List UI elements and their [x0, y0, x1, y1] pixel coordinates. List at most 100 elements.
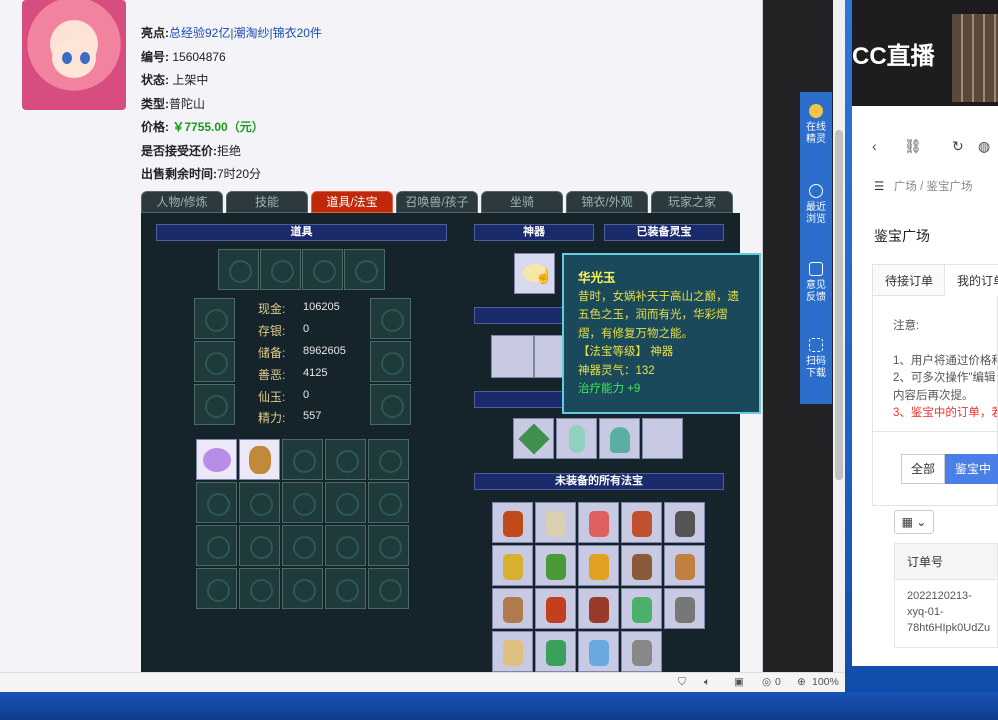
treasure-slot[interactable] — [664, 588, 705, 629]
shield-icon[interactable]: ⛉ — [678, 676, 686, 689]
filter-all-button[interactable]: 全部 — [901, 454, 945, 484]
bag-slot[interactable] — [368, 439, 409, 480]
treasure-slot[interactable] — [642, 418, 683, 459]
equip-slot[interactable] — [370, 384, 411, 425]
zoom-icon[interactable]: ⊕ — [797, 676, 806, 688]
notice-title: 注意: — [893, 320, 920, 332]
bag-slot[interactable] — [282, 439, 323, 480]
sidebar-download[interactable]: 扫码 下载 — [800, 338, 832, 380]
sidebar-recent[interactable]: 最近 浏览 — [800, 184, 832, 226]
equip-slot[interactable] — [344, 249, 385, 290]
bag-slot[interactable] — [325, 525, 366, 566]
breadcrumb-item[interactable]: 广场 — [894, 181, 917, 193]
notice-box: 注意: 1、用户将通过价格和 2、可多次操作"编辑 内容后再次提。 3、鉴宝中的… — [872, 296, 998, 432]
treasure-slot[interactable] — [664, 545, 705, 586]
bag-slot[interactable] — [368, 568, 409, 609]
treasure-slot[interactable] — [599, 418, 640, 459]
treasure-slot[interactable] — [621, 502, 662, 543]
table-row[interactable]: 2022120213- xyq-01- 78ht6HIpk0UdZu — [895, 580, 997, 636]
equip-slot[interactable] — [260, 249, 301, 290]
column-toggle-button[interactable]: ▦ ⌄ — [894, 510, 934, 534]
tab-skills[interactable]: 技能 — [226, 191, 308, 213]
tab-character[interactable]: 人物/修炼 — [141, 191, 223, 213]
equip-slot[interactable] — [302, 249, 343, 290]
menu-icon[interactable]: ☰ — [874, 181, 884, 193]
treasure-slot[interactable] — [578, 545, 619, 586]
treasure-slot[interactable] — [535, 502, 576, 543]
treasure-slot[interactable] — [513, 418, 554, 459]
bag-slot[interactable] — [325, 568, 366, 609]
bag-slot[interactable] — [196, 439, 237, 480]
notice-line: 1、用户将通过价格和 — [893, 354, 998, 367]
treasure-slot[interactable] — [492, 502, 533, 543]
tab-home[interactable]: 玩家之家 — [651, 191, 733, 213]
filter-appraising-button[interactable]: 鉴宝中 — [945, 454, 998, 484]
sidebar-online-helper[interactable]: 在线 精灵 — [800, 104, 832, 146]
equip-slot[interactable] — [218, 249, 259, 290]
treasure-slot[interactable] — [578, 631, 619, 672]
treasure-slot[interactable] — [535, 545, 576, 586]
breadcrumb-item[interactable]: 鉴宝广场 — [927, 181, 973, 193]
treasure-slot[interactable] — [492, 631, 533, 672]
bag-slot[interactable] — [196, 568, 237, 609]
artifact-slot[interactable]: ☝ — [514, 253, 555, 294]
tab-pending-orders[interactable]: 待接订单 — [872, 264, 947, 296]
treasure-slot[interactable] — [664, 502, 705, 543]
cursor-hand-icon: ☝ — [535, 268, 553, 284]
treasure-slot[interactable] — [492, 588, 533, 629]
printer-icon[interactable]: ▣ — [734, 676, 744, 688]
treasure-slot[interactable] — [621, 545, 662, 586]
stat-value: 557 — [303, 410, 322, 422]
bag-slot[interactable] — [239, 568, 280, 609]
back-icon[interactable]: ‹ — [872, 138, 877, 154]
globe-icon[interactable]: ◍ — [978, 138, 990, 155]
bag-slot[interactable] — [368, 482, 409, 523]
sidebar-feedback[interactable]: 意见 反馈 — [800, 262, 832, 304]
tab-summons[interactable]: 召唤兽/孩子 — [396, 191, 478, 213]
highlights-value[interactable]: 总经验92亿|潮淘纱|锦衣20件 — [169, 26, 322, 40]
treasure-slot[interactable] — [556, 418, 597, 459]
tab-mounts[interactable]: 坐骑 — [481, 191, 563, 213]
page-scrollbar[interactable] — [833, 0, 845, 672]
treasure-slot[interactable] — [535, 588, 576, 629]
treasure-slot[interactable] — [621, 631, 662, 672]
bag-slot[interactable] — [239, 439, 280, 480]
notice-line: 内容后再次提。 — [893, 389, 974, 402]
stat-label: 现金: — [258, 302, 286, 316]
stat-label: 储备: — [258, 346, 286, 360]
equip-slot[interactable] — [194, 341, 235, 382]
sound-icon[interactable]: 🔈︎ — [704, 676, 710, 689]
treasure-slot[interactable] — [621, 588, 662, 629]
bag-slot[interactable] — [239, 482, 280, 523]
bag-slot[interactable] — [325, 482, 366, 523]
scrollbar-thumb[interactable] — [835, 130, 843, 480]
bag-slot[interactable] — [239, 525, 280, 566]
tab-my-orders[interactable]: 我的订单 — [944, 264, 998, 296]
zoom-level[interactable]: 100% — [812, 676, 839, 688]
tab-outfits[interactable]: 锦衣/外观 — [566, 191, 648, 213]
stat-label: 仙玉: — [258, 390, 286, 404]
block-count-icon[interactable]: ◎ — [762, 676, 771, 688]
tab-items[interactable]: 道具/法宝 — [311, 191, 393, 213]
treasure-slot[interactable] — [535, 631, 576, 672]
refresh-icon[interactable]: ↻ — [952, 138, 964, 155]
bag-slot[interactable] — [196, 482, 237, 523]
equip-slot[interactable] — [194, 298, 235, 339]
tooltip-line: 治疗能力 +9 — [578, 383, 641, 395]
treasure-slot[interactable] — [492, 545, 533, 586]
stream-thumbnails[interactable] — [952, 14, 998, 102]
equip-slot[interactable] — [194, 384, 235, 425]
bag-slot[interactable] — [325, 439, 366, 480]
treasure-slot[interactable] — [578, 588, 619, 629]
bag-slot[interactable] — [282, 568, 323, 609]
page-title: 鉴宝广场 — [874, 228, 930, 244]
bag-slot[interactable] — [196, 525, 237, 566]
spirit-slot[interactable] — [491, 335, 534, 378]
bag-slot[interactable] — [282, 525, 323, 566]
treasure-slot[interactable] — [578, 502, 619, 543]
bag-slot[interactable] — [282, 482, 323, 523]
equip-slot[interactable] — [370, 298, 411, 339]
equip-slot[interactable] — [370, 341, 411, 382]
link-icon[interactable]: ⛓ — [904, 138, 922, 155]
bag-slot[interactable] — [368, 525, 409, 566]
